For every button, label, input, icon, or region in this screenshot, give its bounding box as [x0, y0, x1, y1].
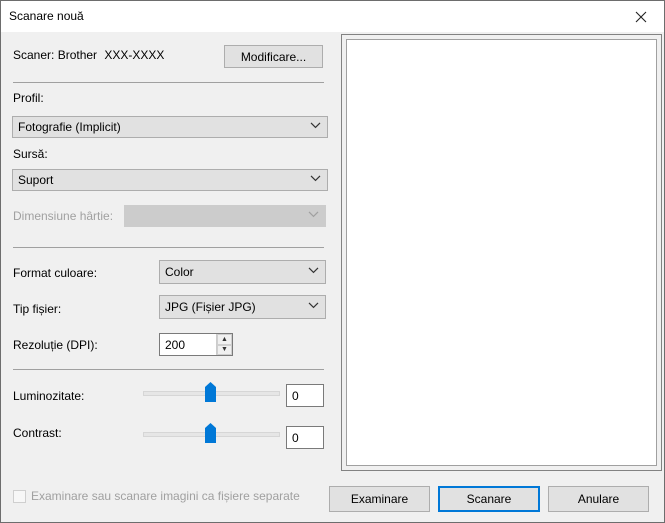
- separator: [13, 247, 324, 248]
- change-scanner-label: Modificare...: [240, 49, 307, 64]
- separate-files-label: Examinare sau scanare imagini ca fișiere…: [31, 489, 300, 503]
- paper-size-select: [124, 205, 326, 227]
- source-value: Suport: [18, 173, 54, 187]
- resolution-value: 200: [165, 337, 186, 352]
- title-bar: Scanare nouă: [1, 1, 664, 32]
- close-button[interactable]: [618, 1, 664, 32]
- scanner-label: Scaner: Brother XXX-XXXX: [13, 48, 164, 62]
- contrast-value: 0: [292, 430, 299, 445]
- file-type-label: Tip fișier:: [13, 302, 62, 316]
- chevron-down-icon: [310, 174, 321, 185]
- close-icon: [635, 11, 647, 22]
- color-format-select[interactable]: Color: [159, 260, 326, 284]
- spin-up-icon[interactable]: ▲: [217, 334, 232, 345]
- spin-down-icon[interactable]: ▼: [217, 344, 232, 355]
- separator: [13, 369, 324, 370]
- chevron-down-icon: [310, 121, 321, 132]
- cancel-button[interactable]: Anulare: [548, 486, 649, 512]
- brightness-value: 0: [292, 388, 299, 403]
- separate-files-checkbox[interactable]: [13, 490, 26, 503]
- paper-size-label: Dimensiune hârtie:: [13, 209, 114, 223]
- contrast-input[interactable]: 0: [286, 426, 324, 449]
- separator: [13, 82, 324, 83]
- scan-button[interactable]: Scanare: [438, 486, 540, 512]
- color-format-label: Format culoare:: [13, 266, 98, 280]
- scanner-model: XXX-XXXX: [104, 48, 165, 62]
- profile-value: Fotografie (Implicit): [18, 120, 121, 134]
- scan-dialog: Scanare nouă Scaner: Brother XXX-XXXX Mo…: [0, 0, 665, 523]
- chevron-down-icon: [308, 301, 319, 312]
- contrast-label: Contrast:: [13, 426, 62, 440]
- cancel-button-label: Anulare: [577, 492, 620, 506]
- brightness-input[interactable]: 0: [286, 384, 324, 407]
- profile-label: Profil:: [13, 91, 44, 105]
- color-format-value: Color: [165, 265, 194, 279]
- contrast-slider-thumb[interactable]: [205, 423, 216, 443]
- chevron-down-icon: [308, 266, 319, 277]
- scanner-label-text: Scaner: Brother: [13, 48, 98, 62]
- source-select[interactable]: Suport: [12, 169, 328, 191]
- brightness-label: Luminozitate:: [13, 389, 85, 403]
- change-scanner-button[interactable]: Modificare...: [224, 45, 323, 68]
- chevron-down-icon: [308, 210, 319, 221]
- brightness-slider-thumb[interactable]: [205, 382, 216, 402]
- preview-button[interactable]: Examinare: [329, 486, 430, 512]
- resolution-label: Rezoluție (DPI):: [13, 338, 98, 352]
- preview-area: [341, 34, 662, 471]
- source-label: Sursă:: [13, 147, 48, 161]
- preview-button-label: Examinare: [350, 492, 409, 506]
- file-type-select[interactable]: JPG (Fișier JPG): [159, 295, 326, 319]
- scan-button-label: Scanare: [466, 492, 512, 506]
- window-title: Scanare nouă: [9, 9, 84, 23]
- profile-select[interactable]: Fotografie (Implicit): [12, 116, 328, 138]
- preview-canvas: [346, 39, 657, 466]
- resolution-spinner[interactable]: ▲ ▼: [216, 334, 232, 355]
- file-type-value: JPG (Fișier JPG): [165, 300, 256, 314]
